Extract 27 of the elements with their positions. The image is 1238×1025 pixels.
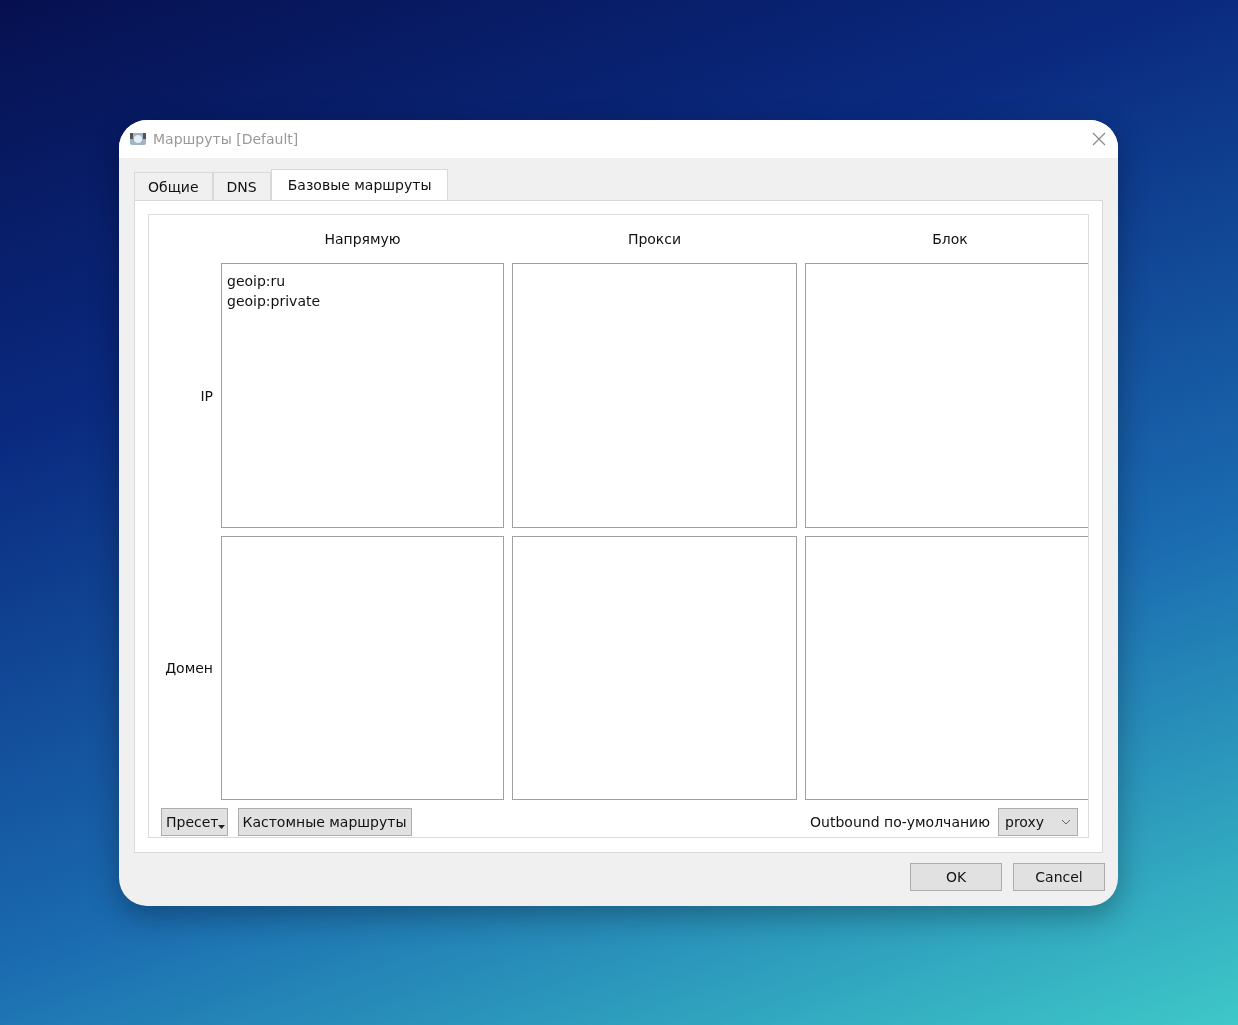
- text-area[interactable]: [805, 536, 1088, 800]
- chevron-icon: [1061, 819, 1071, 825]
- text-area[interactable]: [512, 536, 797, 800]
- tab[interactable]: DNS: [212, 172, 271, 200]
- outbound-dropdown[interactable]: proxy: [998, 808, 1078, 836]
- column-header: Напрямую: [324, 231, 401, 247]
- caret-icon: [217, 825, 225, 829]
- dialog-button[interactable]: Cancel: [1013, 863, 1105, 891]
- custom-routes-button[interactable]: Кастомные маршруты: [237, 808, 412, 836]
- text-area[interactable]: [512, 263, 797, 528]
- row-label: IP: [200, 387, 213, 404]
- column-header: Блок: [932, 231, 968, 247]
- tab[interactable]: Общие: [134, 172, 213, 200]
- text-line: geoip:ru: [227, 272, 287, 291]
- text-line: geoip:private: [227, 292, 322, 311]
- text-area[interactable]: geoip:ru geoip:private: [221, 263, 504, 528]
- preset-button[interactable]: Пресет: [161, 808, 228, 836]
- app-icon: [129, 131, 147, 147]
- close-icon[interactable]: [1092, 132, 1106, 146]
- tab[interactable]: Базовые маршруты: [270, 169, 449, 200]
- text-area[interactable]: [805, 263, 1088, 528]
- outbound-label: Outbound по-умолчанию: [810, 814, 990, 830]
- text-area[interactable]: [221, 536, 504, 800]
- window-title: Маршруты [Default]: [153, 131, 299, 147]
- column-header: Прокси: [627, 231, 682, 247]
- row-label: Домен: [165, 660, 213, 676]
- dialog-button[interactable]: OK: [910, 863, 1002, 891]
